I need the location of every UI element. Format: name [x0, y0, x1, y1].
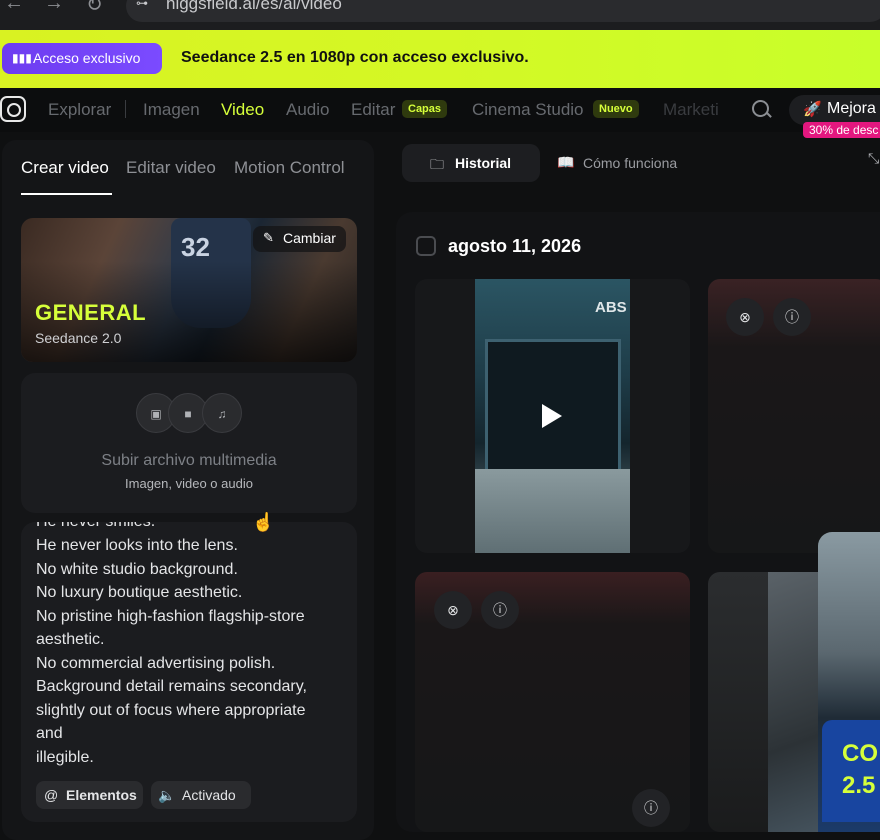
close-icon[interactable]: ⊗: [726, 298, 764, 336]
rocket-icon: 🚀: [803, 101, 822, 118]
prompt-line: slightly out of focus where appropriate: [36, 702, 306, 719]
tab-crear-video[interactable]: Crear video: [21, 158, 109, 178]
nav-cinema-studio[interactable]: Cinema Studio: [472, 100, 584, 120]
nav-editar[interactable]: Editar: [351, 100, 395, 120]
prompt-line: illegible.: [36, 749, 94, 766]
upgrade-label: Mejora: [827, 100, 876, 117]
prompt-line: aesthetic.: [36, 631, 105, 648]
nav-audio[interactable]: Audio: [286, 100, 329, 120]
change-label: Cambiar: [283, 230, 336, 246]
folder-icon: 🗀: [430, 156, 444, 172]
promo-text: Seedance 2.5 en 1080p con acceso exclusi…: [181, 49, 529, 66]
promo-popup-text: 2.5: [842, 772, 876, 799]
prompt-line: No commercial advertising polish.: [36, 655, 276, 672]
music-icon: ♫: [202, 393, 242, 433]
info-icon[interactable]: ⓘ: [632, 789, 670, 827]
info-icon[interactable]: ⓘ: [481, 591, 519, 629]
hand-cursor-icon: ☝: [252, 512, 275, 532]
site-info-icon[interactable]: ⊶: [136, 0, 150, 10]
play-icon[interactable]: [542, 404, 562, 428]
url-text[interactable]: higgsfield.ai/es/ai/video: [166, 0, 342, 14]
bar-chart-icon: ▮▮▮: [12, 51, 32, 65]
nav-video[interactable]: Video: [221, 100, 264, 120]
reload-icon[interactable]: ↻: [86, 0, 103, 17]
speaker-icon: 🔈: [158, 787, 176, 803]
logo-icon[interactable]: [0, 96, 26, 122]
nav-divider: [125, 100, 126, 118]
upload-title: Subir archivo multimedia: [101, 452, 277, 469]
at-icon: @: [44, 787, 59, 803]
promo-popup-text: CO: [842, 740, 878, 767]
exclusive-access-badge[interactable]: ▮▮▮ Acceso exclusivo: [2, 43, 162, 74]
book-icon[interactable]: 📖: [557, 154, 574, 171]
capas-badge: Capas: [402, 100, 448, 118]
nuevo-badge: Nuevo: [593, 100, 639, 118]
close-icon[interactable]: ⊗: [434, 591, 472, 629]
nav-explorar[interactable]: Explorar: [48, 100, 111, 120]
upload-subtitle: Imagen, video o audio: [125, 476, 253, 491]
collapse-icon[interactable]: ⤡: [868, 150, 879, 167]
forward-icon[interactable]: →: [44, 0, 64, 15]
tab-editar-video[interactable]: Editar video: [126, 158, 216, 178]
prompt-line: He never looks into the lens.: [36, 537, 238, 554]
active-tab-indicator: [21, 193, 112, 195]
historial-label: Historial: [455, 155, 512, 171]
prompt-line: Background detail remains secondary,: [36, 678, 307, 695]
badge-label: Acceso exclusivo: [33, 50, 141, 66]
promo-popup-card[interactable]: [822, 720, 880, 822]
elements-label: Elementos: [66, 787, 137, 803]
model-title: GENERAL: [35, 300, 147, 325]
discount-badge: 30% de desc: [803, 122, 880, 138]
tab-motion-control[interactable]: Motion Control: [234, 158, 345, 178]
model-subtitle: Seedance 2.0: [35, 330, 122, 346]
audio-label: Activado: [182, 787, 236, 803]
nav-imagen[interactable]: Imagen: [143, 100, 200, 120]
back-icon[interactable]: ←: [4, 0, 24, 15]
tab-como-funciona[interactable]: Cómo funciona: [583, 155, 677, 171]
nav-marketing[interactable]: Marketi: [663, 100, 719, 120]
prompt-line: and: [36, 725, 63, 742]
date-heading: agosto 11, 2026: [448, 236, 582, 256]
storefront-sign: ABS: [595, 299, 627, 316]
prompt-line: No white studio background.: [36, 561, 238, 578]
prompt-line: No luxury boutique aesthetic.: [36, 584, 243, 601]
info-icon[interactable]: ⓘ: [773, 298, 811, 336]
search-icon[interactable]: [752, 100, 769, 117]
pencil-icon: ✎: [263, 230, 274, 245]
select-all-checkbox[interactable]: [416, 236, 436, 256]
prompt-line: No pristine high-fashion flagship-store: [36, 608, 305, 625]
